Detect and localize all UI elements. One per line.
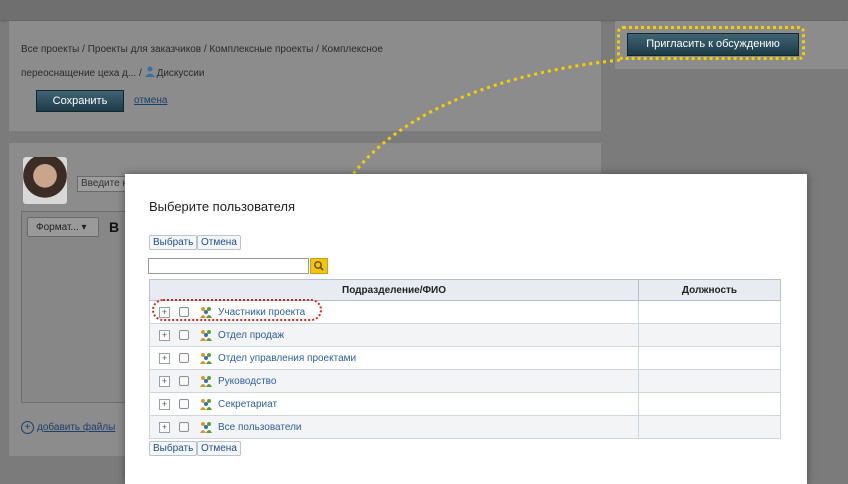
expand-icon[interactable]: + xyxy=(159,398,170,410)
plus-icon: + xyxy=(21,421,34,434)
row-checkbox[interactable] xyxy=(179,399,189,409)
breadcrumb-path[interactable]: Все проекты / Проекты для заказчиков / К… xyxy=(21,44,383,55)
editor-area[interactable] xyxy=(21,211,138,403)
row-checkbox[interactable] xyxy=(179,353,189,363)
row-position xyxy=(638,369,781,393)
search-icon xyxy=(314,261,324,271)
add-files-link[interactable]: + добавить файлы xyxy=(21,421,115,434)
format-select[interactable]: Формат... ▾ xyxy=(27,217,99,237)
top-bar xyxy=(0,0,848,20)
table-row[interactable]: + Руководство xyxy=(149,369,781,393)
row-label[interactable]: Все пользователи xyxy=(218,422,302,433)
expand-icon[interactable]: + xyxy=(159,375,170,387)
avatar xyxy=(23,157,67,204)
row-checkbox[interactable] xyxy=(179,330,189,340)
invite-button[interactable]: Пригласить к обсуждению xyxy=(627,33,799,56)
row-label[interactable]: Отдел продаж xyxy=(218,330,284,341)
bold-button[interactable]: B xyxy=(109,217,125,237)
table-row[interactable]: + Все пользователи xyxy=(149,415,781,439)
table-row[interactable]: + Секретариат xyxy=(149,392,781,416)
group-icon xyxy=(200,353,212,364)
row-label[interactable]: Секретариат xyxy=(218,399,277,410)
modal-title: Выберите пользователя xyxy=(149,199,296,214)
highlight-project-members xyxy=(152,299,322,321)
group-icon xyxy=(200,422,212,433)
expand-icon[interactable]: + xyxy=(159,329,170,341)
cancel-link[interactable]: отмена xyxy=(134,95,167,106)
user-icon xyxy=(144,66,155,77)
column-header-department: Подразделение/ФИО xyxy=(149,279,639,301)
search-button[interactable] xyxy=(310,258,328,274)
breadcrumb-current: Дискуссии xyxy=(156,68,205,79)
search-input[interactable] xyxy=(148,258,309,274)
row-position xyxy=(638,392,781,416)
cancel-button-top[interactable]: Отмена xyxy=(197,235,241,250)
row-label[interactable]: Руководство xyxy=(218,376,276,387)
row-label[interactable]: Отдел управления проектами xyxy=(218,353,356,364)
breadcrumb-path-cont[interactable]: переоснащение цеха д... xyxy=(21,68,136,79)
row-position xyxy=(638,323,781,347)
row-position xyxy=(638,346,781,370)
row-position xyxy=(638,415,781,439)
row-checkbox[interactable] xyxy=(179,422,189,432)
group-icon xyxy=(200,399,212,410)
expand-icon[interactable]: + xyxy=(159,352,170,364)
cancel-button-bottom[interactable]: Отмена xyxy=(197,441,241,456)
row-position xyxy=(638,300,781,324)
format-label: Формат... xyxy=(36,222,79,233)
select-button-bottom[interactable]: Выбрать xyxy=(149,441,198,456)
expand-icon[interactable]: + xyxy=(159,421,170,433)
select-button-top[interactable]: Выбрать xyxy=(149,235,198,250)
group-icon xyxy=(200,330,212,341)
column-header-position: Должность xyxy=(638,279,781,301)
comment-input[interactable]: Введите н xyxy=(77,176,132,192)
chevron-down-icon: ▾ xyxy=(81,222,87,233)
save-button[interactable]: Сохранить xyxy=(36,90,124,112)
add-files-label: добавить файлы xyxy=(37,422,116,433)
table-row[interactable]: + Отдел продаж xyxy=(149,323,781,347)
group-icon xyxy=(200,376,212,387)
row-checkbox[interactable] xyxy=(179,376,189,386)
table-row[interactable]: + Отдел управления проектами xyxy=(149,346,781,370)
